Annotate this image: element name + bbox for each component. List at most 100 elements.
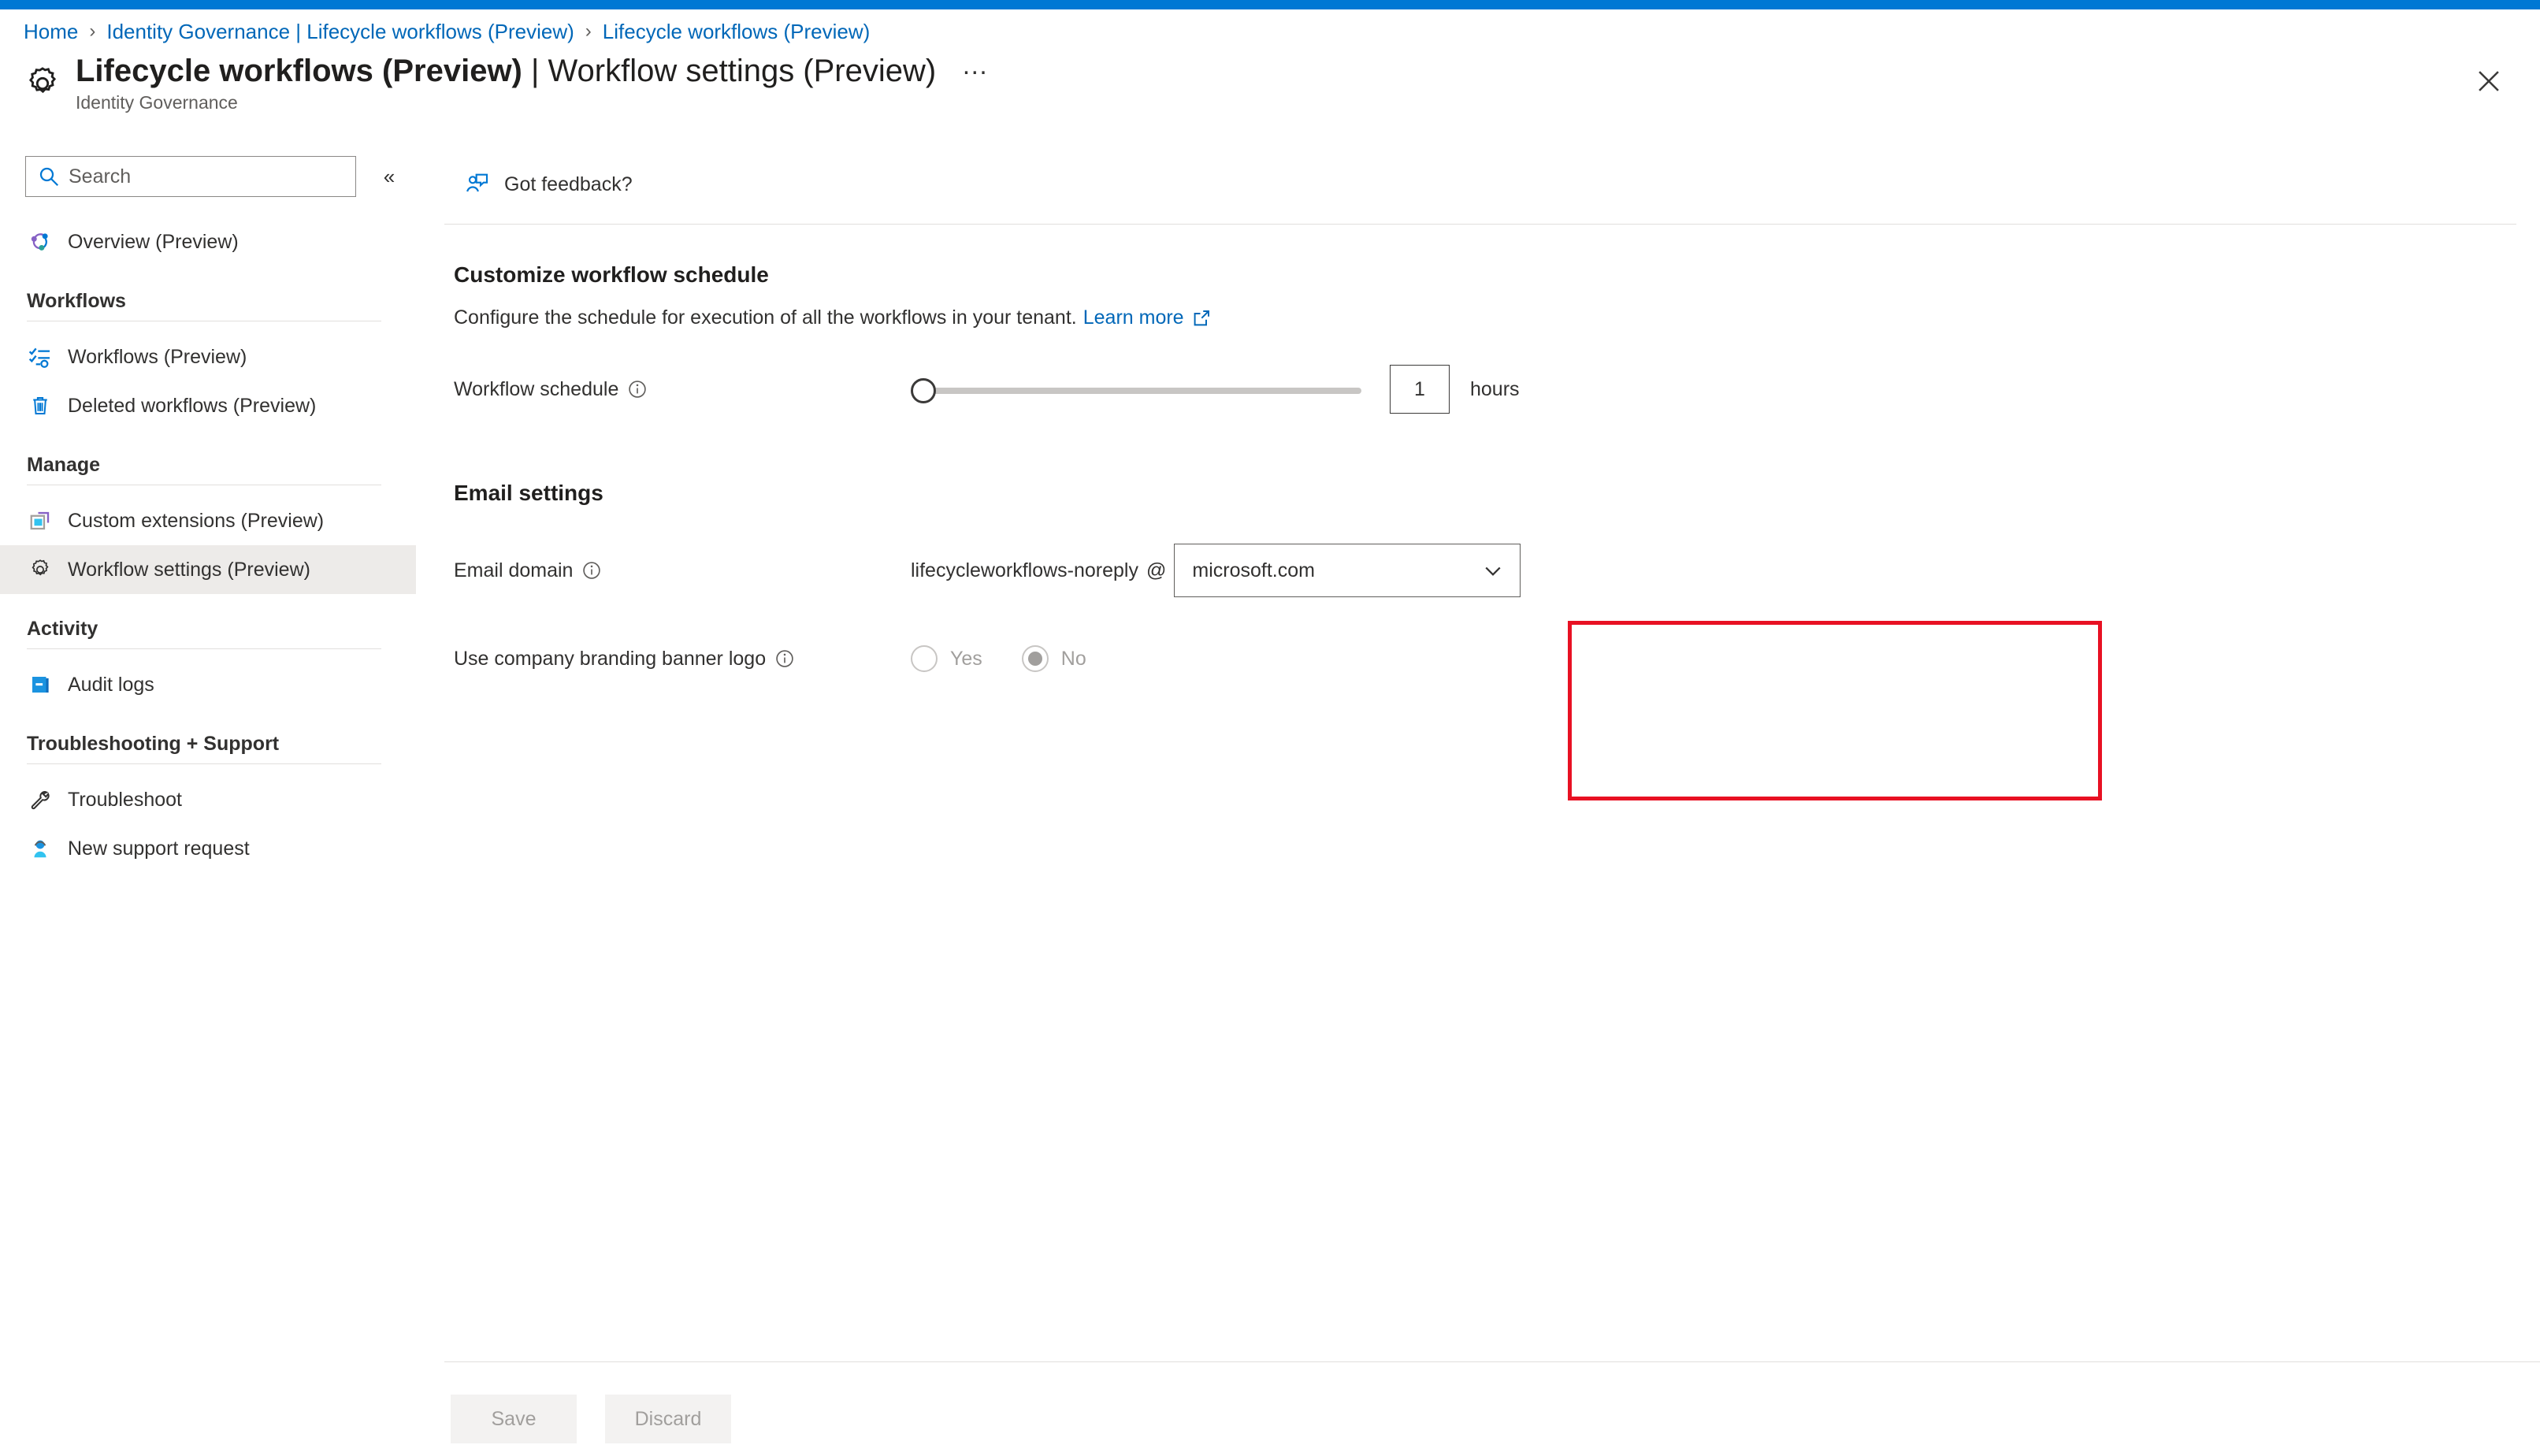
sidebar: « Overview (Preview): [0, 154, 416, 1456]
discard-button[interactable]: Discard: [605, 1395, 731, 1443]
sidebar-item-label: Overview (Preview): [68, 230, 239, 253]
sidebar-group-workflows: Workflows: [0, 290, 416, 321]
sidebar-item-custom-extensions[interactable]: Custom extensions (Preview): [0, 496, 416, 545]
workflow-schedule-unit: hours: [1470, 377, 1520, 400]
close-icon[interactable]: [2472, 65, 2505, 98]
workflow-schedule-number-box[interactable]: [1390, 365, 1450, 414]
slider-thumb[interactable]: [911, 378, 936, 403]
blade-header: Lifecycle workflows (Preview) | Workflow…: [22, 52, 990, 124]
email-domain-field: Email domain lifecycleworkflows-noreply …: [454, 544, 2540, 597]
email-domain-label-text: Email domain: [454, 559, 574, 581]
company-branding-label: Use company branding banner logo: [454, 648, 911, 670]
footer-action-bar: Save Discard: [416, 1361, 2540, 1456]
sidebar-group-title: Troubleshooting + Support: [27, 733, 280, 755]
sidebar-item-overview[interactable]: Overview (Preview): [0, 217, 416, 266]
radio-option-no[interactable]: No: [1021, 645, 1086, 672]
radio-option-yes[interactable]: Yes: [911, 645, 982, 672]
footer-buttons: Save Discard: [451, 1395, 759, 1443]
page-title-main: Lifecycle workflows (Preview): [76, 54, 522, 88]
workflow-schedule-label-text: Workflow schedule: [454, 377, 619, 400]
company-branding-label-text: Use company branding banner logo: [454, 647, 767, 670]
command-bar: Got feedback?: [416, 154, 2540, 214]
section-heading: Customize workflow schedule: [454, 262, 769, 287]
chevron-down-icon: [1482, 559, 1504, 581]
slider-track[interactable]: [920, 388, 1361, 394]
section-description: Configure the schedule for execution of …: [454, 306, 2540, 329]
support-person-icon: [27, 835, 54, 862]
info-icon[interactable]: [775, 649, 794, 668]
sidebar-item-deleted-workflows[interactable]: Deleted workflows (Preview): [0, 381, 416, 430]
trash-icon: [27, 392, 54, 419]
sidebar-item-label: New support request: [68, 837, 250, 860]
breadcrumb-item-lifecycle-workflows[interactable]: Lifecycle workflows (Preview): [603, 20, 871, 44]
learn-more-link[interactable]: Learn more: [1083, 306, 1184, 329]
divider: [444, 1361, 2540, 1362]
azure-portal-blade: Home › Identity Governance | Lifecycle w…: [0, 0, 2540, 1456]
sidebar-item-label: Audit logs: [68, 673, 154, 696]
sidebar-group-title: Manage: [27, 454, 101, 476]
radio-circle-no[interactable]: [1021, 645, 1049, 672]
email-settings-section: Email settings Email domain lifecyclewor…: [416, 481, 2540, 682]
save-button[interactable]: Save: [451, 1395, 577, 1443]
divider: [444, 224, 2516, 225]
main-content: Got feedback? Customize workflow schedul…: [416, 154, 2540, 1456]
feedback-person-icon: [465, 171, 492, 198]
email-domain-label: Email domain: [454, 559, 911, 582]
sidebar-item-label: Custom extensions (Preview): [68, 509, 325, 532]
workflow-schedule-field: Workflow schedule h: [454, 365, 2540, 414]
sidebar-item-new-support-request[interactable]: New support request: [0, 824, 416, 873]
sidebar-nav: Overview (Preview) Workflows Workflows (…: [0, 217, 416, 873]
sidebar-item-label: Troubleshoot: [68, 788, 182, 811]
page-title-sub: Workflow settings (Preview): [548, 54, 937, 88]
info-icon[interactable]: [628, 380, 647, 399]
section-heading: Email settings: [454, 481, 603, 505]
company-branding-field: Use company branding banner logo Yes No: [454, 635, 2540, 682]
section-description-text: Configure the schedule for execution of …: [454, 306, 1077, 329]
breadcrumb-item-home[interactable]: Home: [24, 20, 78, 44]
sidebar-item-label: Deleted workflows (Preview): [68, 394, 317, 417]
breadcrumb-separator: ›: [89, 20, 96, 42]
search-icon: [37, 165, 61, 188]
sidebar-group-title: Activity: [27, 618, 98, 640]
search-input[interactable]: [69, 165, 329, 188]
breadcrumb-item-identity-governance[interactable]: Identity Governance | Lifecycle workflow…: [106, 20, 574, 44]
email-domain-dropdown[interactable]: microsoft.com: [1174, 544, 1521, 597]
top-accent-bar: [0, 0, 2540, 9]
radio-label-yes: Yes: [950, 647, 982, 670]
got-feedback-button[interactable]: Got feedback?: [454, 161, 644, 208]
sidebar-item-troubleshoot[interactable]: Troubleshoot: [0, 775, 416, 824]
workflow-schedule-label: Workflow schedule: [454, 378, 911, 401]
wrench-icon: [27, 786, 54, 813]
company-branding-radio-group: Yes No: [911, 645, 1126, 672]
email-at-symbol: @: [1146, 559, 1167, 581]
email-domain-selected-value: microsoft.com: [1192, 559, 1315, 581]
page-subtitle: Identity Governance: [76, 91, 238, 113]
sidebar-group-activity: Activity: [0, 618, 416, 649]
workflows-icon: [27, 344, 54, 370]
page-title: Lifecycle workflows (Preview) | Workflow…: [76, 52, 936, 91]
breadcrumb-separator: ›: [585, 20, 592, 42]
workflow-schedule-number-input[interactable]: [1396, 377, 1443, 401]
workflow-schedule-slider[interactable]: [911, 369, 1368, 410]
customize-workflow-schedule-section: Customize workflow schedule Configure th…: [416, 262, 2540, 414]
sidebar-group-title: Workflows: [27, 290, 126, 312]
got-feedback-label: Got feedback?: [504, 173, 633, 195]
email-domain-prefix: lifecycleworkflows-noreply: [911, 559, 1138, 581]
sidebar-item-workflow-settings[interactable]: Workflow settings (Preview): [0, 545, 416, 594]
search-box[interactable]: [25, 156, 356, 197]
radio-label-no: No: [1060, 647, 1086, 670]
chevron-double-left-icon[interactable]: «: [373, 161, 405, 192]
breadcrumb: Home › Identity Governance | Lifecycle w…: [24, 17, 870, 46]
radio-circle-yes[interactable]: [911, 645, 938, 672]
extensions-icon: [27, 507, 54, 534]
sidebar-item-workflows[interactable]: Workflows (Preview): [0, 332, 416, 381]
more-actions-button[interactable]: …: [961, 52, 990, 84]
sidebar-item-audit-logs[interactable]: Audit logs: [0, 660, 416, 709]
audit-log-icon: [27, 671, 54, 698]
sidebar-search-row: «: [0, 154, 416, 199]
info-icon[interactable]: [582, 561, 601, 580]
overview-icon: [27, 228, 54, 255]
sidebar-item-label: Workflow settings (Preview): [68, 558, 310, 581]
external-link-icon[interactable]: [1192, 309, 1211, 328]
gear-icon: [27, 556, 54, 583]
